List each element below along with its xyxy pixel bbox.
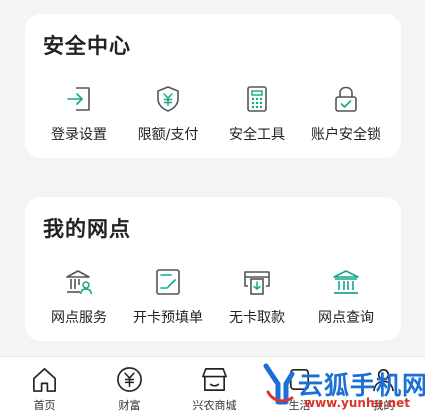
bottom-tab-bar: 首页 财富 兴农商城 生活 我的	[0, 356, 425, 414]
bank-person-icon	[66, 270, 93, 295]
account-lock-label: 账户安全锁	[311, 127, 381, 143]
branch-service-label: 网点服务	[51, 310, 107, 326]
bank-building-icon	[333, 270, 359, 294]
tab-mall-label: 兴农商城	[192, 399, 237, 412]
security-center-card: 安全中心 登录设置 限额/支付 安全工具 账户安全锁	[25, 14, 401, 158]
branch-service-button[interactable]: 网点服务	[35, 265, 123, 335]
branch-search-label: 网点查询	[318, 310, 374, 326]
my-branch-title: 我的网点	[43, 217, 131, 241]
tab-mine[interactable]: 我的	[341, 357, 425, 414]
home-icon	[33, 368, 56, 392]
security-center-title: 安全中心	[43, 34, 131, 58]
cardless-withdrawal-label: 无卡取款	[229, 310, 285, 326]
keypad-icon	[247, 86, 267, 112]
login-settings-button[interactable]: 登录设置	[35, 82, 123, 152]
login-icon	[67, 87, 90, 111]
account-lock-button[interactable]: 账户安全锁	[302, 82, 390, 152]
security-tools-label: 安全工具	[229, 127, 285, 143]
login-settings-label: 登录设置	[51, 127, 107, 143]
branch-search-button[interactable]: 网点查询	[302, 265, 390, 335]
my-branch-card: 我的网点 网点服务 开卡预填单 无卡取款 网点查询	[25, 197, 401, 341]
cardless-withdrawal-button[interactable]: 无卡取款	[213, 265, 301, 335]
yuan-shield-icon	[157, 86, 179, 112]
security-tools-button[interactable]: 安全工具	[213, 82, 301, 152]
tab-life-label: 生活	[288, 399, 311, 412]
shop-icon	[202, 368, 227, 391]
tab-mall[interactable]: 兴农商城	[172, 357, 257, 414]
tab-wealth[interactable]: 财富	[87, 357, 172, 414]
limit-payment-label: 限额/支付	[137, 127, 199, 143]
yuan-circle-icon	[117, 367, 142, 392]
tab-home-label: 首页	[33, 399, 56, 412]
card-prefill-button[interactable]: 开卡预填单	[124, 265, 212, 335]
tab-mine-label: 我的	[372, 399, 395, 412]
tab-wealth-label: 财富	[118, 399, 141, 412]
card-prefill-label: 开卡预填单	[133, 310, 203, 326]
tab-home[interactable]: 首页	[2, 357, 87, 414]
atm-withdraw-icon	[244, 271, 270, 295]
limit-payment-button[interactable]: 限额/支付	[124, 82, 212, 152]
lock-icon	[335, 86, 357, 112]
life-icon	[289, 369, 310, 390]
person-icon	[373, 369, 394, 392]
tab-life[interactable]: 生活	[257, 357, 342, 414]
form-edit-icon	[156, 269, 180, 295]
